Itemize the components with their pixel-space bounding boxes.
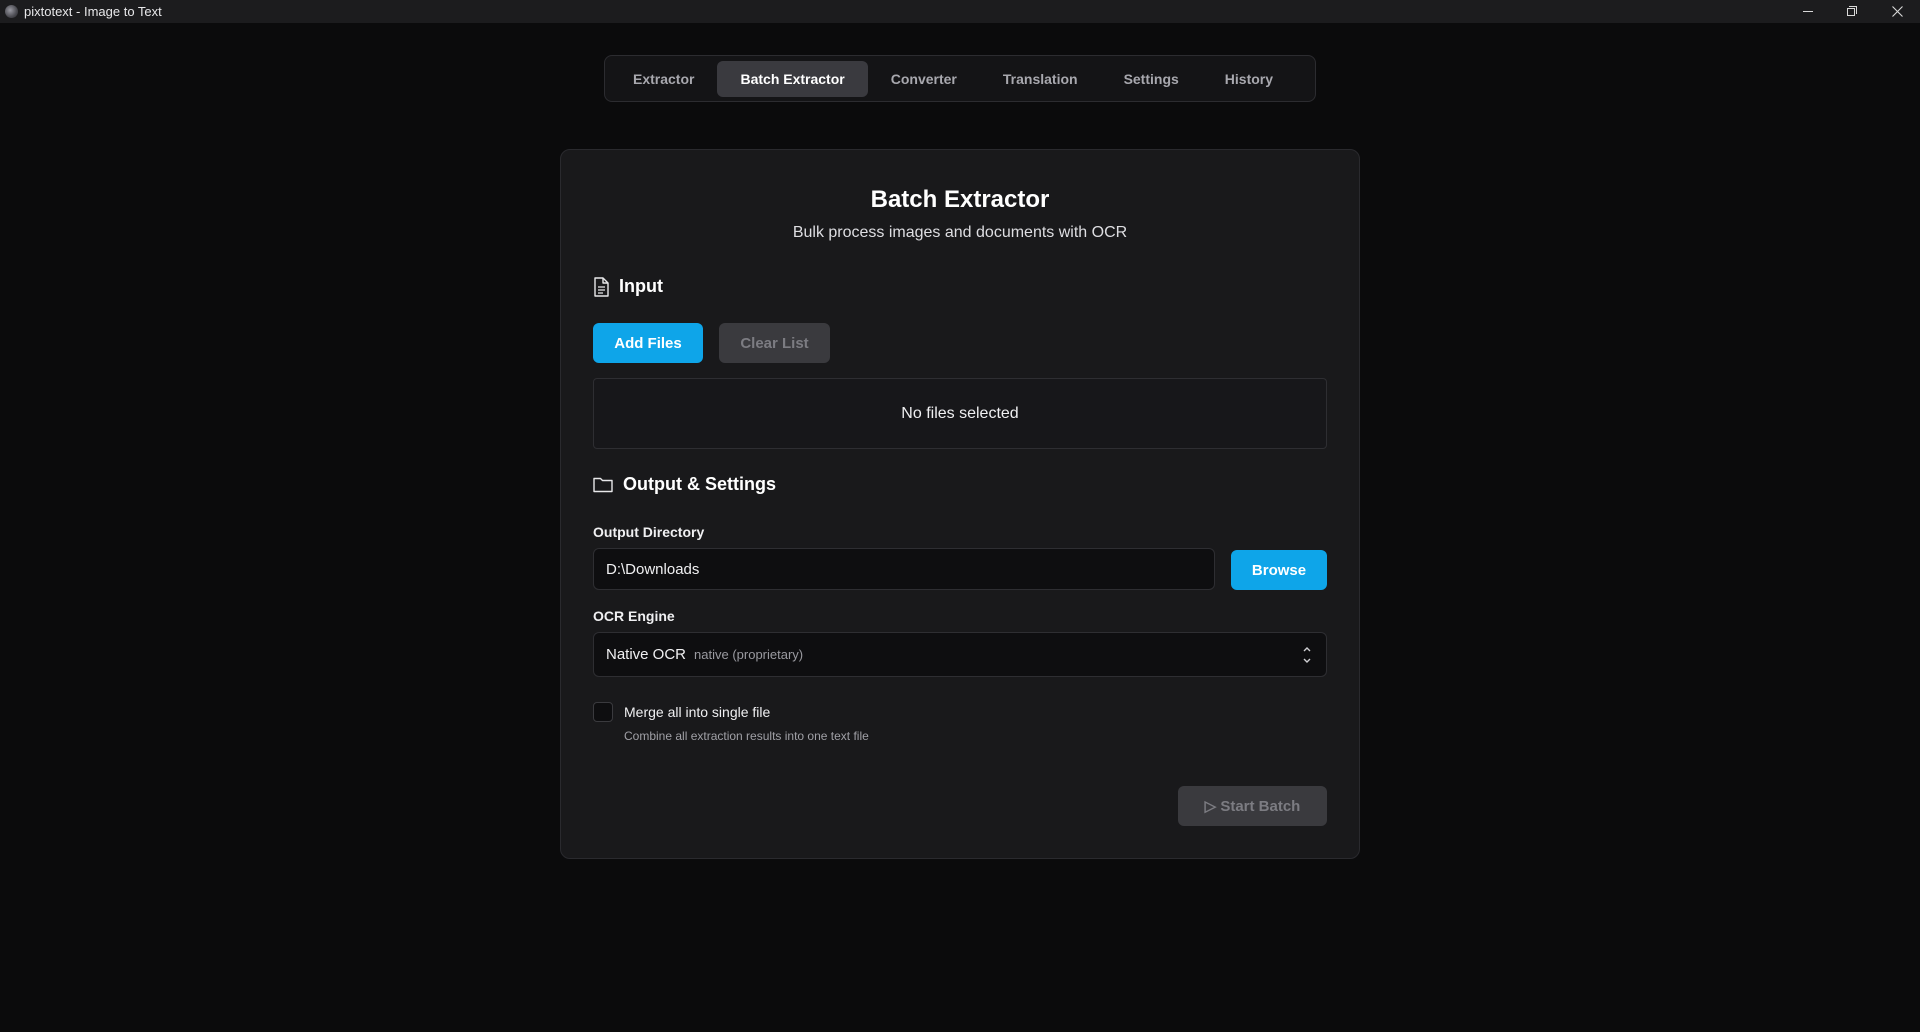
tab-batch-extractor[interactable]: Batch Extractor xyxy=(717,60,868,97)
browse-button[interactable]: Browse xyxy=(1231,550,1327,590)
output-directory-input[interactable] xyxy=(593,548,1215,590)
tab-converter[interactable]: Converter xyxy=(868,61,980,97)
input-section-label: Input xyxy=(619,276,663,296)
window-controls xyxy=(1785,0,1920,23)
ocr-engine-label: OCR Engine xyxy=(593,608,675,624)
restore-icon xyxy=(1847,6,1858,17)
page-title: Batch Extractor xyxy=(870,186,1050,213)
title-bar: pixtotext - Image to Text xyxy=(0,0,1920,23)
ocr-engine-detail: native (proprietary) xyxy=(694,647,804,662)
clear-list-button[interactable]: Clear List xyxy=(719,323,830,363)
tab-extractor[interactable]: Extractor xyxy=(610,61,717,97)
ocr-engine-value: Native OCR xyxy=(606,646,687,663)
merge-checkbox-description: Combine all extraction results into one … xyxy=(624,729,869,743)
tab-translation[interactable]: Translation xyxy=(980,61,1101,97)
restore-button[interactable] xyxy=(1830,0,1875,23)
ocr-engine-select[interactable]: Native OCR native (proprietary) xyxy=(593,632,1327,677)
minimize-button[interactable] xyxy=(1785,0,1830,23)
document-icon xyxy=(594,276,609,297)
minimize-icon xyxy=(1802,11,1813,12)
file-list-empty-text: No files selected xyxy=(901,404,1019,422)
window-title: pixtotext - Image to Text xyxy=(24,4,162,19)
merge-checkbox[interactable] xyxy=(593,702,613,722)
close-button[interactable] xyxy=(1875,0,1920,23)
output-section-heading: Output & Settings xyxy=(593,474,776,495)
close-icon xyxy=(1892,6,1903,17)
add-files-button[interactable]: Add Files xyxy=(593,323,703,363)
tab-settings[interactable]: Settings xyxy=(1101,61,1202,97)
input-section-heading: Input xyxy=(593,276,663,297)
main-nav: Extractor Batch Extractor Converter Tran… xyxy=(604,55,1316,102)
output-section-label: Output & Settings xyxy=(623,474,776,494)
up-down-arrows-icon xyxy=(1303,647,1311,663)
app-logo-icon xyxy=(5,5,18,18)
page-subtitle: Bulk process images and documents with O… xyxy=(792,224,1128,241)
folder-icon xyxy=(593,477,613,493)
merge-checkbox-label[interactable]: Merge all into single file xyxy=(624,704,770,720)
tab-history[interactable]: History xyxy=(1202,61,1296,97)
start-batch-button[interactable]: ▷ Start Batch xyxy=(1178,786,1327,826)
file-list: No files selected xyxy=(593,378,1327,449)
output-directory-label: Output Directory xyxy=(593,524,705,540)
batch-extractor-card: Batch Extractor Bulk process images and … xyxy=(560,149,1360,859)
